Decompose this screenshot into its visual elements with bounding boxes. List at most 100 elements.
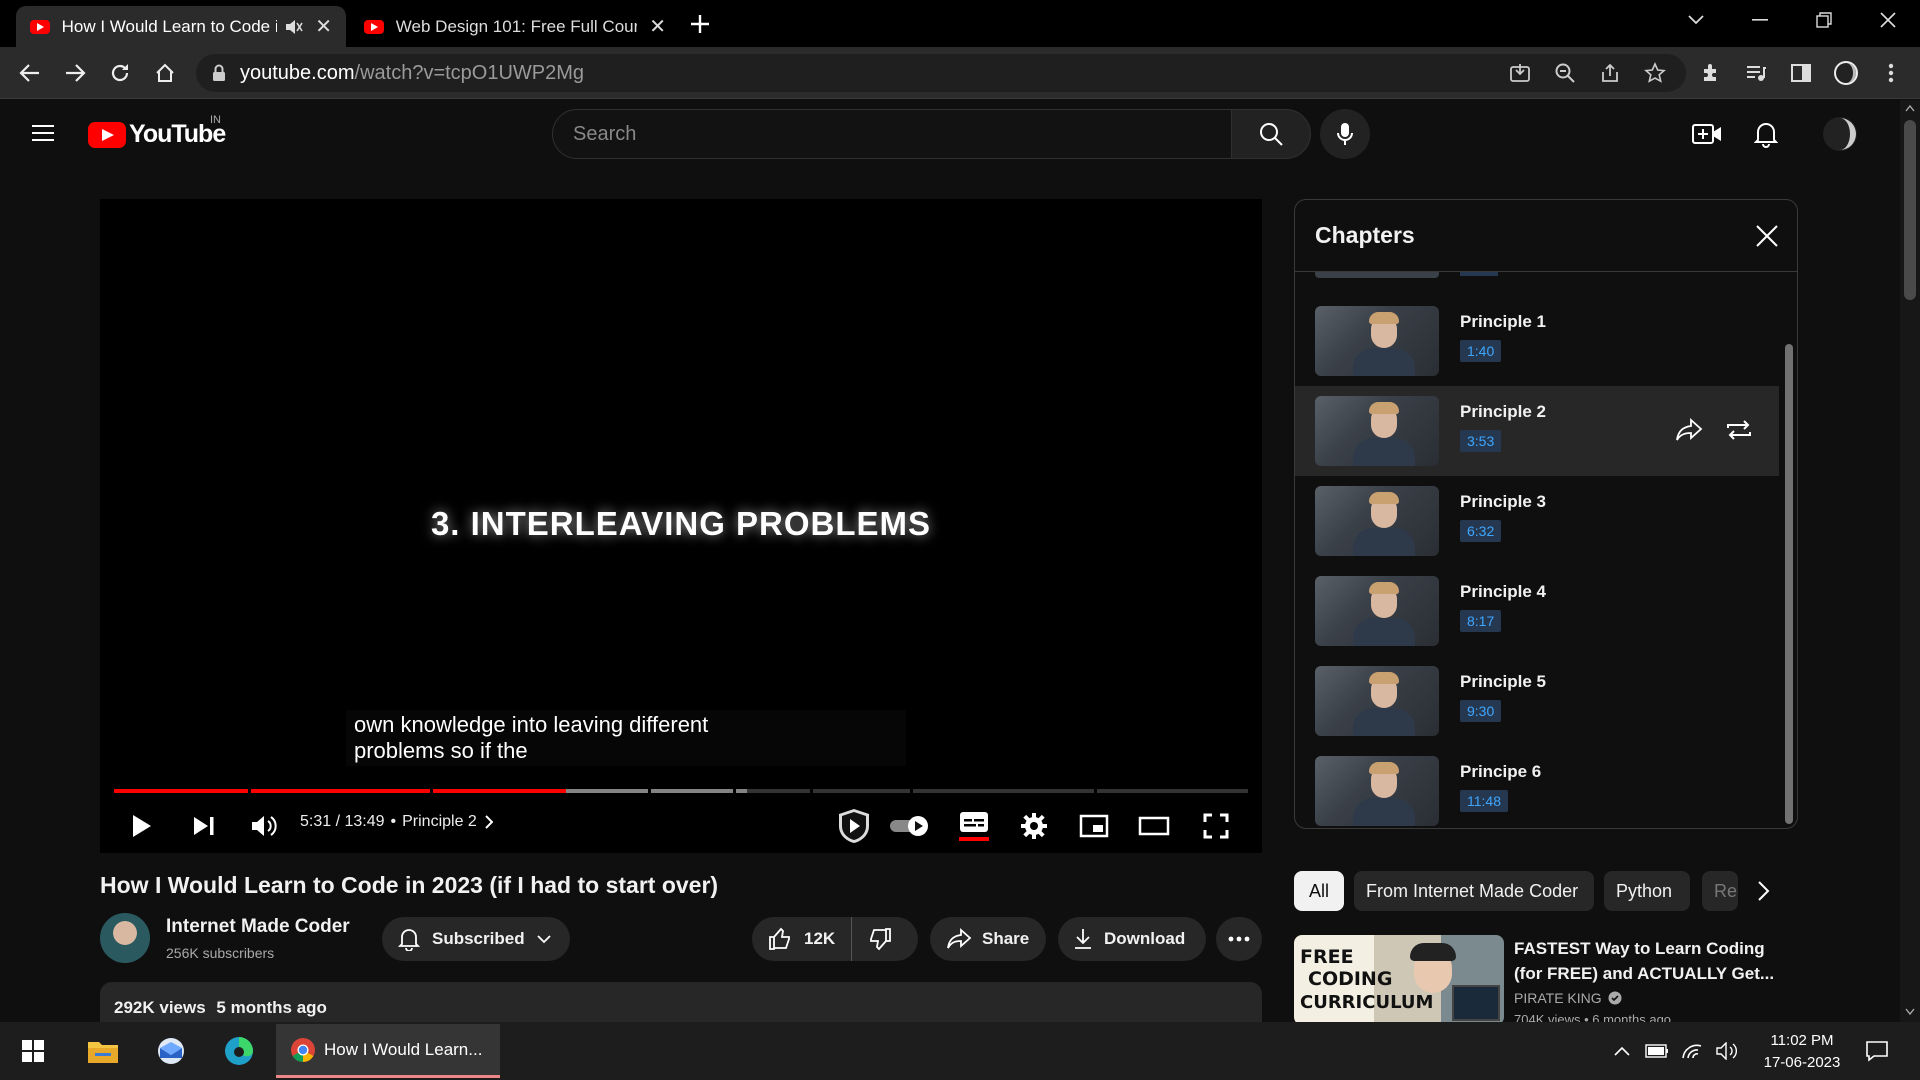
lock-icon[interactable] <box>212 64 226 82</box>
mute-button[interactable] <box>242 804 286 848</box>
share-button[interactable]: Share <box>930 917 1046 961</box>
mail-app-icon[interactable] <box>154 1034 188 1068</box>
wifi-icon[interactable] <box>1677 1034 1707 1068</box>
create-video-icon[interactable] <box>1692 122 1722 146</box>
install-app-icon[interactable] <box>1506 59 1534 87</box>
account-avatar-icon[interactable] <box>1822 116 1858 152</box>
chapter-timestamp[interactable]: 3:53 <box>1460 430 1502 452</box>
home-icon[interactable] <box>149 57 181 89</box>
scroll-up-icon[interactable] <box>1905 104 1915 112</box>
minimize-icon[interactable] <box>1730 0 1790 40</box>
show-hidden-icons-chevron-icon[interactable] <box>1607 1034 1637 1068</box>
ad-block-shield-icon[interactable] <box>832 804 876 848</box>
chapter-item-active[interactable]: Principle 2 3:53 <box>1295 386 1779 476</box>
notification-center-icon[interactable] <box>1860 1034 1894 1068</box>
chapter-item[interactable]: Principle 3 6:32 <box>1295 476 1779 566</box>
back-icon[interactable] <box>14 57 46 89</box>
download-button[interactable]: Download <box>1058 917 1206 961</box>
hamburger-menu-icon[interactable] <box>30 120 56 146</box>
chapter-item[interactable]: Principe 6 11:48 <box>1295 746 1779 828</box>
youtube-logo[interactable]: YouTube IN <box>88 114 226 149</box>
chip-all[interactable]: All <box>1294 871 1344 911</box>
profile-avatar-icon[interactable] <box>1832 59 1860 87</box>
browser-menu-icon[interactable] <box>1877 59 1905 87</box>
taskbar-chrome-window[interactable]: How I Would Learn... <box>276 1024 500 1078</box>
notifications-bell-icon[interactable] <box>1754 120 1778 148</box>
chapter-item[interactable]: Principle 4 8:17 <box>1295 566 1779 656</box>
chip-from-channel[interactable]: From Internet Made Coder <box>1354 871 1594 911</box>
close-tab-icon[interactable]: ✕ <box>315 14 332 39</box>
recommended-thumbnail[interactable]: FREE CODING CURRICULUM <box>1294 935 1504 1025</box>
close-tab-icon[interactable]: ✕ <box>649 14 666 39</box>
volume-tray-icon[interactable] <box>1712 1034 1742 1068</box>
tab-search-icon[interactable] <box>1666 0 1726 40</box>
recommended-title[interactable]: FASTEST Way to Learn Coding (for FREE) a… <box>1514 936 1784 986</box>
file-explorer-icon[interactable] <box>86 1034 120 1068</box>
tab-web-design-101[interactable]: Web Design 101: Free Full Course ✕ <box>350 6 680 47</box>
side-panel-icon[interactable] <box>1787 59 1815 87</box>
chapters-header: Chapters <box>1295 200 1797 272</box>
url-bar[interactable]: youtube.com/watch?v=tcpO1UWP2Mg <box>196 54 1686 92</box>
subscribed-button[interactable]: Subscribed <box>382 917 570 961</box>
subscriber-count: 256K subscribers <box>166 945 275 961</box>
channel-name[interactable]: Internet Made Coder <box>166 916 350 938</box>
battery-icon[interactable] <box>1642 1034 1672 1068</box>
close-icon[interactable] <box>1753 222 1781 250</box>
chapters-scrollbar[interactable] <box>1785 344 1793 824</box>
windows-start-icon[interactable] <box>16 1034 50 1068</box>
system-clock[interactable]: 11:02 PM 17-06-2023 <box>1752 1030 1852 1074</box>
close-window-icon[interactable] <box>1858 0 1918 40</box>
chapter-thumbnail <box>1315 486 1439 556</box>
chip-partial[interactable]: Re <box>1702 871 1738 911</box>
channel-avatar[interactable] <box>100 913 150 963</box>
video-player[interactable]: 3. INTERLEAVING PROBLEMS own knowledge i… <box>100 199 1262 853</box>
chapter-button[interactable]: Principle 2 <box>402 813 477 831</box>
tab-how-i-would-learn[interactable]: How I Would Learn to Code i ✕ <box>16 6 346 47</box>
chapter-timestamp[interactable]: 1:40 <box>1460 340 1502 362</box>
zoom-icon[interactable] <box>1551 59 1579 87</box>
share-page-icon[interactable] <box>1596 59 1624 87</box>
chapter-item[interactable]: Principle 5 9:30 <box>1295 656 1779 746</box>
captions: own knowledge into leaving different pro… <box>346 710 906 766</box>
loop-chapter-icon[interactable] <box>1725 418 1753 442</box>
chapter-timestamp[interactable]: 6:32 <box>1460 520 1502 542</box>
more-actions-button[interactable] <box>1216 917 1262 961</box>
recommended-channel[interactable]: PIRATE KING <box>1514 990 1622 1006</box>
chapter-timestamp[interactable]: 9:30 <box>1460 700 1502 722</box>
dislike-button[interactable] <box>852 917 908 961</box>
search-input[interactable]: Search <box>552 109 1232 159</box>
media-queue-icon[interactable] <box>1742 59 1770 87</box>
forward-icon[interactable] <box>59 57 91 89</box>
chevron-right-icon[interactable] <box>1756 880 1770 902</box>
autoplay-toggle[interactable] <box>888 804 932 848</box>
speaker-icon[interactable] <box>285 19 303 35</box>
like-button[interactable]: 12K <box>752 917 853 961</box>
voice-search-button[interactable] <box>1320 109 1370 159</box>
progress-bar[interactable] <box>114 789 1248 793</box>
theater-mode-button[interactable] <box>1132 804 1176 848</box>
next-button[interactable] <box>182 804 226 848</box>
new-tab-button[interactable] <box>688 12 712 36</box>
reload-icon[interactable] <box>104 57 136 89</box>
miniplayer-button[interactable] <box>1072 804 1116 848</box>
progress-played <box>114 789 567 793</box>
chapter-timestamp[interactable]: 11:48 <box>1460 790 1508 812</box>
share-chapter-icon[interactable] <box>1675 418 1703 442</box>
search-button[interactable] <box>1231 109 1311 159</box>
chevron-right-icon[interactable] <box>485 815 493 829</box>
fullscreen-button[interactable] <box>1194 804 1238 848</box>
clock-date: 17-06-2023 <box>1763 1054 1841 1071</box>
extensions-icon[interactable] <box>1697 59 1725 87</box>
subtitles-button[interactable] <box>952 804 996 848</box>
page-scrollbar[interactable] <box>1900 100 1920 1022</box>
scrollbar-thumb[interactable] <box>1904 120 1916 300</box>
play-button[interactable] <box>120 804 164 848</box>
bookmark-star-icon[interactable] <box>1641 59 1669 87</box>
scroll-down-icon[interactable] <box>1905 1008 1915 1016</box>
restore-icon[interactable] <box>1794 0 1854 40</box>
chapter-timestamp[interactable]: 8:17 <box>1460 610 1502 632</box>
edge-browser-icon[interactable] <box>222 1034 256 1068</box>
chapter-item[interactable]: Principle 1 1:40 <box>1295 296 1779 386</box>
chip-python[interactable]: Python <box>1604 871 1690 911</box>
settings-button[interactable] <box>1012 804 1056 848</box>
